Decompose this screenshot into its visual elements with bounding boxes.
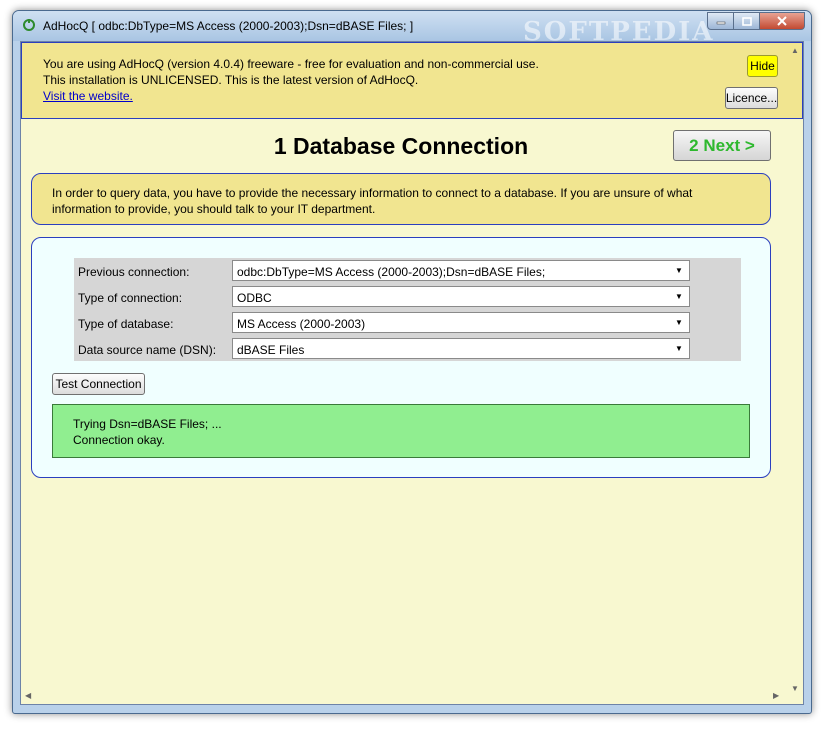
horizontal-scrollbar[interactable]: ◀ ▶: [21, 687, 787, 704]
license-banner: You are using AdHocQ (version 4.0.4) fre…: [21, 42, 803, 119]
scroll-right-icon[interactable]: ▶: [773, 691, 779, 700]
next-button[interactable]: 2 Next >: [673, 130, 771, 161]
minimize-button[interactable]: [707, 12, 734, 30]
result-line-1: Trying Dsn=dBASE Files; ...: [73, 417, 222, 431]
form-row-connection-type: Type of connection: ODBC ▼: [74, 284, 741, 310]
maximize-button[interactable]: [734, 12, 760, 30]
dropdown-arrow-icon[interactable]: ▼: [671, 287, 687, 306]
banner-line-1: You are using AdHocQ (version 4.0.4) fre…: [43, 57, 539, 71]
dropdown-arrow-icon[interactable]: ▼: [671, 261, 687, 280]
scroll-left-icon[interactable]: ◀: [25, 691, 31, 700]
licence-button[interactable]: Licence...: [725, 87, 778, 109]
database-type-label: Type of database:: [78, 317, 174, 331]
database-type-value: MS Access (2000-2003): [237, 317, 366, 331]
form-row-dsn: Data source name (DSN): dBASE Files ▼: [74, 336, 741, 362]
close-button[interactable]: [760, 12, 805, 30]
close-icon: [777, 16, 787, 26]
info-box: In order to query data, you have to prov…: [31, 173, 771, 225]
dsn-select[interactable]: dBASE Files ▼: [232, 338, 690, 359]
dropdown-arrow-icon[interactable]: ▼: [671, 339, 687, 358]
previous-connection-value: odbc:DbType=MS Access (2000-2003);Dsn=dB…: [237, 265, 546, 279]
vertical-scrollbar[interactable]: ▲ ▼: [786, 42, 803, 704]
page-title: 1 Database Connection: [273, 133, 529, 159]
maximize-icon: [741, 16, 752, 26]
result-line-2: Connection okay.: [73, 433, 165, 447]
previous-connection-label: Previous connection:: [78, 265, 190, 279]
window-title: AdHocQ [ odbc:DbType=MS Access (2000-200…: [43, 19, 414, 33]
test-connection-button[interactable]: Test Connection: [52, 373, 145, 395]
title-bar[interactable]: AdHocQ [ odbc:DbType=MS Access (2000-200…: [13, 11, 811, 47]
connection-result: Trying Dsn=dBASE Files; ... Connection o…: [52, 404, 750, 458]
connection-type-value: ODBC: [237, 291, 272, 305]
connection-type-label: Type of connection:: [78, 291, 183, 305]
previous-connection-select[interactable]: odbc:DbType=MS Access (2000-2003);Dsn=dB…: [232, 260, 690, 281]
form-row-database-type: Type of database: MS Access (2000-2003) …: [74, 310, 741, 336]
app-window: AdHocQ [ odbc:DbType=MS Access (2000-200…: [12, 10, 812, 714]
scroll-up-icon[interactable]: ▲: [791, 46, 799, 55]
website-link[interactable]: Visit the website.: [43, 89, 133, 103]
connection-type-select[interactable]: ODBC ▼: [232, 286, 690, 307]
client-area: You are using AdHocQ (version 4.0.4) fre…: [20, 41, 804, 705]
dropdown-arrow-icon[interactable]: ▼: [671, 313, 687, 332]
minimize-icon: [716, 21, 725, 25]
hide-button[interactable]: Hide: [747, 55, 778, 77]
form-row-previous-connection: Previous connection: odbc:DbType=MS Acce…: [74, 258, 741, 284]
banner-line-2: This installation is UNLICENSED. This is…: [43, 73, 419, 87]
scroll-down-icon[interactable]: ▼: [791, 684, 799, 693]
database-type-select[interactable]: MS Access (2000-2003) ▼: [232, 312, 690, 333]
app-icon: [23, 19, 35, 31]
dsn-label: Data source name (DSN):: [78, 343, 217, 357]
dsn-value: dBASE Files: [237, 343, 305, 357]
info-text: In order to query data, you have to prov…: [52, 186, 693, 216]
connection-form: Previous connection: odbc:DbType=MS Acce…: [74, 258, 741, 361]
connection-panel: Previous connection: odbc:DbType=MS Acce…: [31, 237, 771, 478]
